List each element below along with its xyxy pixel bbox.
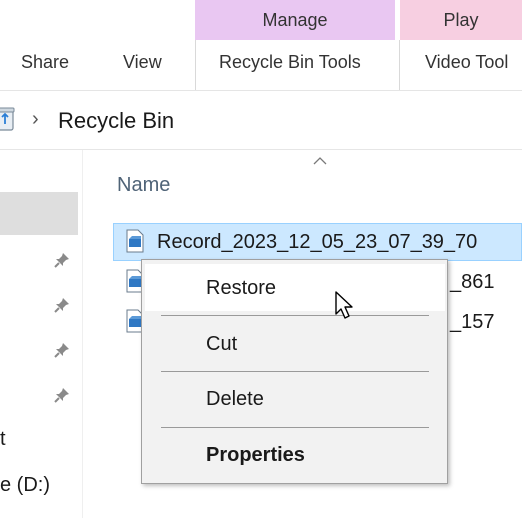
tab-view[interactable]: View [123,52,162,74]
nav-item-drive-d[interactable]: e (D:) [0,474,50,497]
tab-recycle-bin-tools[interactable]: Recycle Bin Tools [219,52,361,74]
file-name[interactable]: Record_2023_12_05_23_07_39_70 [157,231,477,254]
pin-icon[interactable] [53,386,71,404]
tab-play[interactable]: Play [400,0,522,40]
menu-separator [161,427,429,428]
recycle-bin-icon [0,107,15,131]
pin-icon[interactable] [53,341,71,359]
file-name-suffix[interactable]: _157 [450,311,495,334]
tab-share[interactable]: Share [21,52,69,74]
menu-item-restore[interactable]: Restore [206,277,276,300]
menu-item-restore-hover[interactable] [145,264,445,311]
breadcrumb-chevron-icon[interactable]: › [32,108,39,131]
nav-item-label[interactable]: t [0,428,6,451]
file-name-suffix[interactable]: _861 [450,271,495,294]
menu-item-properties[interactable]: Properties [206,444,305,467]
column-header-name[interactable]: Name [117,174,170,197]
pin-icon[interactable] [53,251,71,269]
sort-ascending-icon [313,157,327,165]
menu-item-cut[interactable]: Cut [206,333,237,356]
tab-video-tools[interactable]: Video Tool [425,52,508,74]
menu-item-delete[interactable]: Delete [206,388,264,411]
nav-item-selected[interactable] [0,192,78,235]
breadcrumb-recycle-bin[interactable]: Recycle Bin [58,108,174,134]
menu-separator [161,371,429,372]
tab-manage[interactable]: Manage [195,0,395,40]
pin-icon[interactable] [53,296,71,314]
mouse-pointer-icon [335,291,353,319]
menu-separator [161,315,429,316]
video-file-icon [126,229,144,253]
